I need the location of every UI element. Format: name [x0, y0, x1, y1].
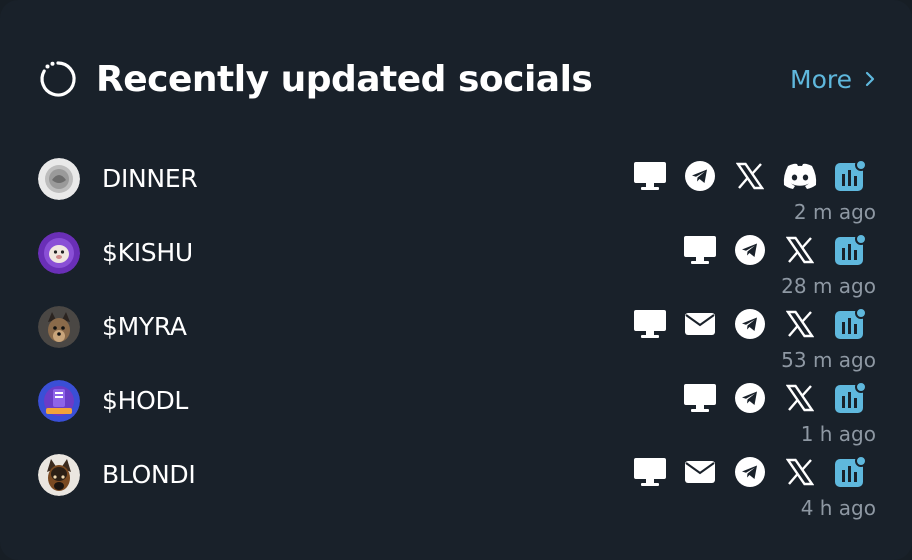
list-item[interactable]: $HODL 1 h ago	[38, 380, 876, 454]
list-item[interactable]: BLONDI 4 h ago	[38, 454, 876, 528]
telegram-icon[interactable]	[682, 158, 718, 194]
chevron-right-icon	[865, 71, 875, 87]
telegram-icon[interactable]	[732, 306, 768, 342]
website-icon[interactable]	[682, 380, 718, 416]
telegram-icon[interactable]	[732, 454, 768, 490]
token-name: BLONDI	[102, 460, 196, 489]
card-header: Recently updated socials More	[38, 54, 876, 104]
x-icon[interactable]	[782, 454, 818, 490]
updated-time: 28 m ago	[781, 274, 876, 298]
updated-time: 1 h ago	[800, 422, 876, 446]
token-name: $HODL	[102, 386, 189, 415]
website-icon[interactable]	[632, 454, 668, 490]
website-icon[interactable]	[632, 306, 668, 342]
recently-updated-socials-card: Recently updated socials More DINNER 2 m…	[0, 0, 912, 560]
list-item[interactable]: $MYRA 53 m ago	[38, 306, 876, 380]
x-icon[interactable]	[782, 306, 818, 342]
updated-time: 2 m ago	[793, 200, 876, 224]
avatar	[38, 232, 80, 274]
refresh-icon	[40, 61, 76, 97]
social-icons	[632, 454, 868, 490]
list-item[interactable]: DINNER 2 m ago	[38, 158, 876, 232]
updated-time: 4 h ago	[800, 496, 876, 520]
updated-time: 53 m ago	[781, 348, 876, 372]
x-icon[interactable]	[732, 158, 768, 194]
telegram-icon[interactable]	[732, 232, 768, 268]
more-link[interactable]: More	[790, 65, 876, 94]
email-icon[interactable]	[682, 454, 718, 490]
list-item[interactable]: $KISHU 28 m ago	[38, 232, 876, 306]
more-label: More	[790, 64, 852, 94]
page-title: Recently updated socials	[96, 58, 593, 100]
dextools-icon[interactable]	[832, 380, 868, 416]
website-icon[interactable]	[632, 158, 668, 194]
token-name: DINNER	[102, 164, 198, 193]
discord-icon[interactable]	[782, 158, 818, 194]
dextools-icon[interactable]	[832, 454, 868, 490]
dextools-icon[interactable]	[832, 232, 868, 268]
dextools-icon[interactable]	[832, 306, 868, 342]
social-icons	[682, 380, 868, 416]
dextools-icon[interactable]	[832, 158, 868, 194]
email-icon[interactable]	[682, 306, 718, 342]
telegram-icon[interactable]	[732, 380, 768, 416]
x-icon[interactable]	[782, 232, 818, 268]
avatar	[38, 454, 80, 496]
x-icon[interactable]	[782, 380, 818, 416]
avatar	[38, 158, 80, 200]
token-name: $MYRA	[102, 312, 187, 341]
social-icons	[632, 158, 868, 194]
avatar	[38, 380, 80, 422]
website-icon[interactable]	[682, 232, 718, 268]
social-icons	[682, 232, 868, 268]
social-icons	[632, 306, 868, 342]
avatar	[38, 306, 80, 348]
token-name: $KISHU	[102, 238, 193, 267]
